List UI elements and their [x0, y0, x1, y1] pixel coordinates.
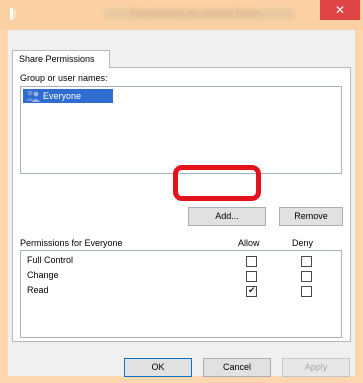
permissions-label: Permissions for Everyone — [20, 238, 123, 248]
group-label: Group or user names: — [20, 73, 108, 83]
deny-read-checkbox[interactable] — [301, 286, 312, 297]
ok-button[interactable]: OK — [124, 358, 192, 377]
list-item-everyone[interactable]: Everyone — [23, 89, 113, 103]
permissions-list: Full Control Change Read ✔ — [20, 250, 342, 338]
permission-name: Read — [27, 285, 49, 295]
deny-full-control-checkbox[interactable] — [301, 256, 312, 267]
remove-button[interactable]: Remove — [279, 207, 343, 226]
title-bar[interactable]: Permissions for shared folder ✕ — [0, 0, 363, 30]
deny-header: Deny — [292, 238, 314, 248]
allow-full-control-checkbox[interactable] — [246, 256, 257, 267]
permissions-dialog: Permissions for shared folder ✕ Share Pe… — [0, 0, 363, 383]
deny-change-checkbox[interactable] — [301, 271, 312, 282]
allow-change-checkbox[interactable] — [246, 271, 257, 282]
add-button-highlight — [173, 165, 261, 201]
cancel-button[interactable]: Cancel — [203, 358, 271, 377]
tab-share-permissions[interactable]: Share Permissions — [12, 50, 110, 68]
allow-header: Allow — [238, 238, 260, 248]
check-mark-icon: ✔ — [248, 285, 256, 295]
group-user-list[interactable]: Everyone — [20, 86, 342, 174]
window-title: Permissions for shared folder — [129, 8, 261, 19]
permission-name: Full Control — [27, 255, 74, 265]
permission-name: Change — [27, 270, 59, 280]
close-icon: ✕ — [334, 3, 346, 17]
close-button[interactable]: ✕ — [320, 0, 360, 20]
dialog-body: Share Permissions Group or user names: E… — [8, 30, 355, 377]
apply-button[interactable]: Apply — [282, 358, 350, 377]
tab-panel: Group or user names: Everyone Add... Rem… — [12, 67, 351, 342]
folder-share-icon — [10, 8, 16, 20]
users-icon — [26, 90, 40, 102]
add-button[interactable]: Add... — [188, 207, 266, 226]
allow-read-checkbox[interactable]: ✔ — [246, 285, 257, 297]
list-item-label: Everyone — [43, 91, 82, 101]
